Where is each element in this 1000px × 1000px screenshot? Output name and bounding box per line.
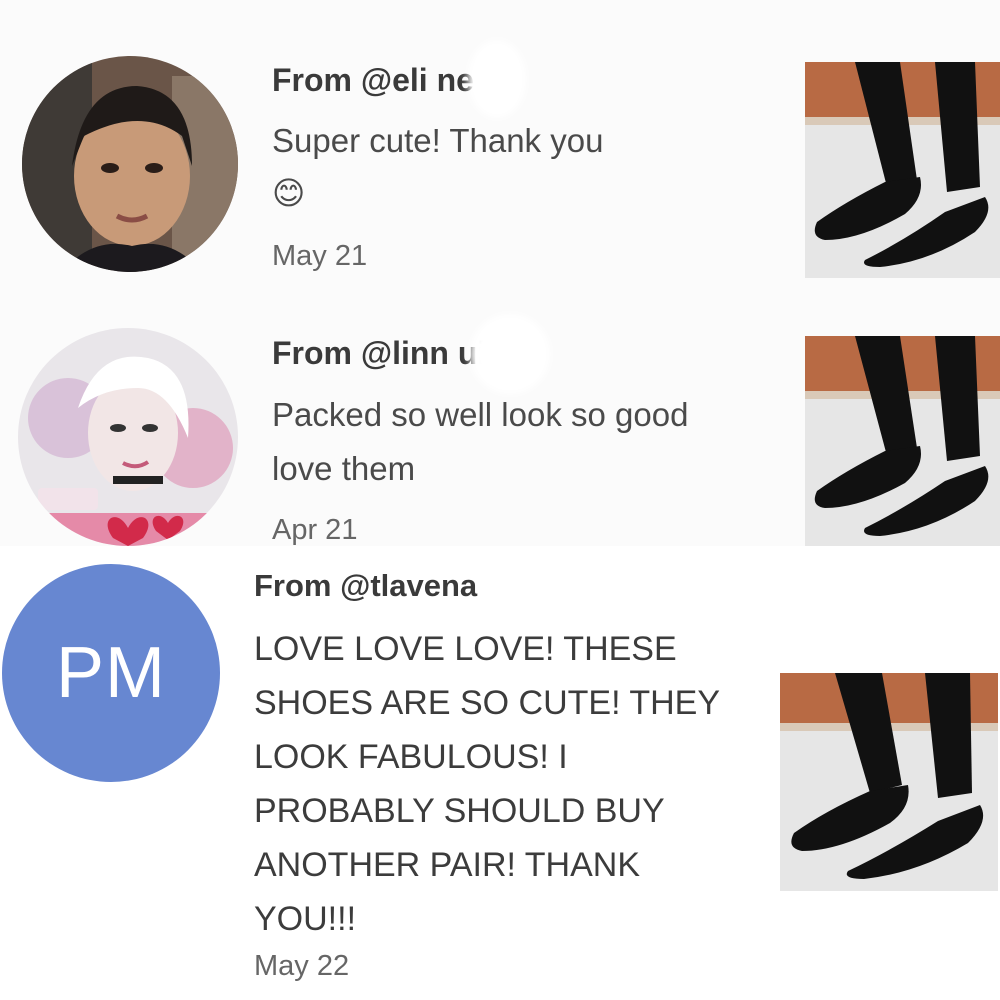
smiley-emoji-icon: 😊 (272, 175, 306, 211)
redaction-blur (470, 314, 550, 394)
review-text: Packed so well look so good love them (272, 396, 689, 487)
product-thumbnail[interactable] (805, 336, 1000, 546)
user-avatar[interactable] (22, 56, 238, 272)
review-author[interactable]: From @eli ne (272, 62, 474, 99)
product-thumbnail[interactable] (805, 62, 1000, 280)
review-text: Super cute! Thank you (272, 122, 604, 159)
redaction-blur (468, 40, 526, 118)
review-date: Apr 21 (272, 514, 358, 546)
user-avatar[interactable] (18, 328, 238, 546)
review-author[interactable]: From @tlavena (254, 568, 477, 604)
review-card: From @eli ne Super cute! Thank you 😊 May… (0, 0, 1000, 280)
user-avatar-initials[interactable]: PM (2, 564, 220, 782)
review-card: PM From @tlavena LOVE LOVE LOVE! THESE S… (0, 546, 1000, 1000)
review-date: May 22 (254, 950, 350, 982)
review-date: May 21 (272, 240, 368, 272)
review-text: LOVE LOVE LOVE! THESE SHOES ARE SO CUTE!… (254, 630, 720, 938)
product-thumbnail[interactable] (780, 673, 998, 891)
review-card: From @linn uigs Packed so well look so g… (0, 278, 1000, 546)
